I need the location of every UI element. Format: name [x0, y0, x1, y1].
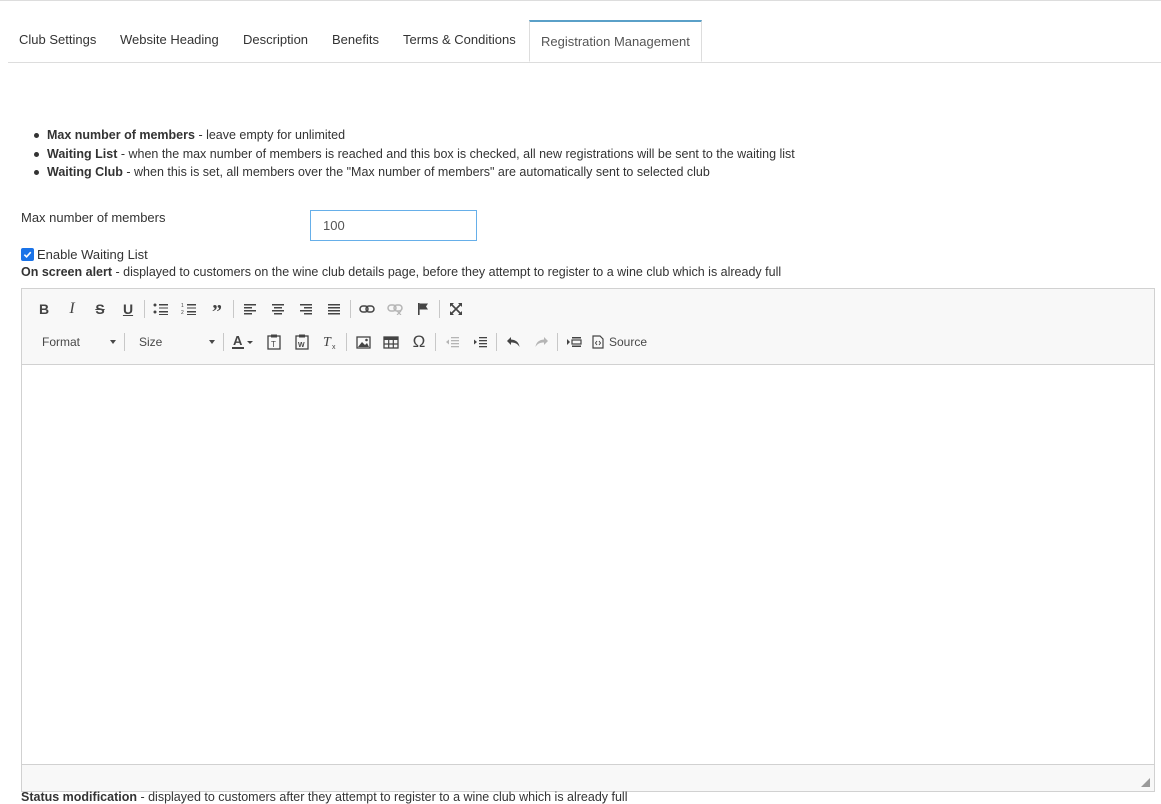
waiting-list-label: Enable Waiting List: [37, 246, 148, 262]
blockquote-icon[interactable]: ”: [203, 294, 231, 324]
chevron-down-icon: [209, 340, 215, 344]
tab-club-settings[interactable]: Club Settings: [8, 20, 107, 61]
source-button-label: Source: [609, 335, 648, 349]
waiting-list-row: Enable Waiting List: [21, 245, 148, 263]
waiting-list-checkbox[interactable]: [21, 247, 34, 261]
underline-icon[interactable]: U: [114, 297, 142, 321]
resize-handle-icon[interactable]: [1141, 778, 1150, 787]
note-term: Waiting Club: [47, 165, 123, 179]
list-item: Max number of members - leave empty for …: [34, 126, 795, 145]
note-term: Max number of members: [47, 128, 195, 142]
rich-text-editor: B I S U 12 ” Format Size A T W T x Ω Sou…: [21, 288, 1155, 792]
tab-terms-conditions[interactable]: Terms & Conditions: [392, 20, 527, 61]
format-dropdown-label: Format: [42, 335, 81, 349]
justify-icon[interactable]: [320, 297, 348, 321]
size-dropdown-label: Size: [139, 335, 163, 349]
status-modification-term: Status modification: [21, 790, 137, 804]
format-dropdown[interactable]: Format: [30, 330, 122, 354]
toolbar-separator: [144, 300, 145, 318]
toolbar-separator: [439, 300, 440, 318]
redo-icon[interactable]: [527, 330, 555, 354]
note-text: - when the max number of members is reac…: [117, 146, 795, 161]
numbered-list-icon[interactable]: 12: [175, 297, 203, 321]
svg-text:2: 2: [181, 310, 184, 316]
toolbar-separator: [233, 300, 234, 318]
svg-text:T: T: [271, 340, 276, 349]
svg-text:A: A: [233, 334, 243, 348]
source-button[interactable]: Source: [588, 330, 651, 354]
svg-text:W: W: [298, 342, 305, 349]
status-modification-description: Status modification - displayed to custo…: [21, 790, 628, 804]
max-members-input[interactable]: [310, 210, 477, 241]
top-divider: [0, 0, 1161, 1]
tab-website-heading[interactable]: Website Heading: [109, 20, 230, 61]
table-icon[interactable]: [377, 330, 405, 354]
align-center-icon[interactable]: [264, 297, 292, 321]
alert-description: On screen alert - displayed to customers…: [21, 265, 781, 279]
indent-icon[interactable]: [466, 330, 494, 354]
size-dropdown[interactable]: Size: [127, 330, 221, 354]
align-left-icon[interactable]: [236, 297, 264, 321]
tab-benefits[interactable]: Benefits: [321, 20, 390, 61]
help-notes: Max number of members - leave empty for …: [34, 126, 795, 182]
editor-toolbar: B I S U 12 ” Format Size A T W T x Ω Sou…: [22, 289, 1154, 365]
italic-icon[interactable]: I: [58, 297, 86, 321]
maximize-icon[interactable]: [442, 297, 470, 321]
list-item: Waiting Club - when this is set, all mem…: [34, 163, 795, 182]
alert-term: On screen alert: [21, 265, 113, 279]
remove-format-icon[interactable]: Tx: [316, 330, 344, 354]
svg-text:x: x: [332, 344, 336, 350]
bulleted-list-icon[interactable]: [147, 297, 175, 321]
bold-icon[interactable]: B: [30, 297, 58, 321]
toolbar-separator: [435, 333, 436, 351]
tab-bar: Club Settings Website Heading Descriptio…: [8, 20, 1161, 63]
paste-text-icon[interactable]: T: [260, 330, 288, 354]
checkmark-icon: [23, 251, 32, 258]
list-item: Waiting List - when the max number of me…: [34, 145, 795, 164]
editor-status-bar: [22, 764, 1154, 791]
alert-text: - displayed to customers on the wine clu…: [112, 265, 782, 279]
toolbar-separator: [124, 333, 125, 351]
editor-content-area[interactable]: [22, 365, 1154, 766]
toolbar-separator: [350, 300, 351, 318]
image-icon[interactable]: [349, 330, 377, 354]
strikethrough-icon[interactable]: S: [86, 297, 114, 321]
link-icon[interactable]: [353, 297, 381, 321]
chevron-down-icon: [110, 340, 116, 344]
note-term: Waiting List: [47, 146, 118, 161]
source-icon: [592, 335, 604, 349]
text-color-icon[interactable]: A: [226, 330, 260, 354]
tab-registration-management[interactable]: Registration Management: [529, 20, 702, 62]
align-right-icon[interactable]: [292, 297, 320, 321]
svg-text:1: 1: [181, 303, 184, 309]
toolbar-row-2: Format Size A T W Tx Ω Source: [30, 327, 651, 357]
toolbar-separator: [496, 333, 497, 351]
toolbar-row-1: B I S U 12 ”: [30, 294, 470, 324]
paste-word-icon[interactable]: W: [288, 330, 316, 354]
toolbar-separator: [346, 333, 347, 351]
outdent-icon[interactable]: [438, 330, 466, 354]
anchor-flag-icon[interactable]: [409, 297, 437, 321]
show-blocks-icon[interactable]: [560, 330, 588, 354]
note-text: - when this is set, all members over the…: [122, 165, 710, 179]
svg-text:T: T: [323, 335, 332, 350]
toolbar-separator: [557, 333, 558, 351]
unlink-icon[interactable]: [381, 297, 409, 321]
status-modification-text: - displayed to customers after they atte…: [136, 790, 628, 804]
note-text: - leave empty for unlimited: [194, 128, 346, 142]
tab-description[interactable]: Description: [232, 20, 319, 61]
special-char-icon[interactable]: Ω: [405, 330, 433, 354]
toolbar-separator: [223, 333, 224, 351]
max-members-label: Max number of members: [21, 210, 166, 225]
undo-icon[interactable]: [499, 330, 527, 354]
